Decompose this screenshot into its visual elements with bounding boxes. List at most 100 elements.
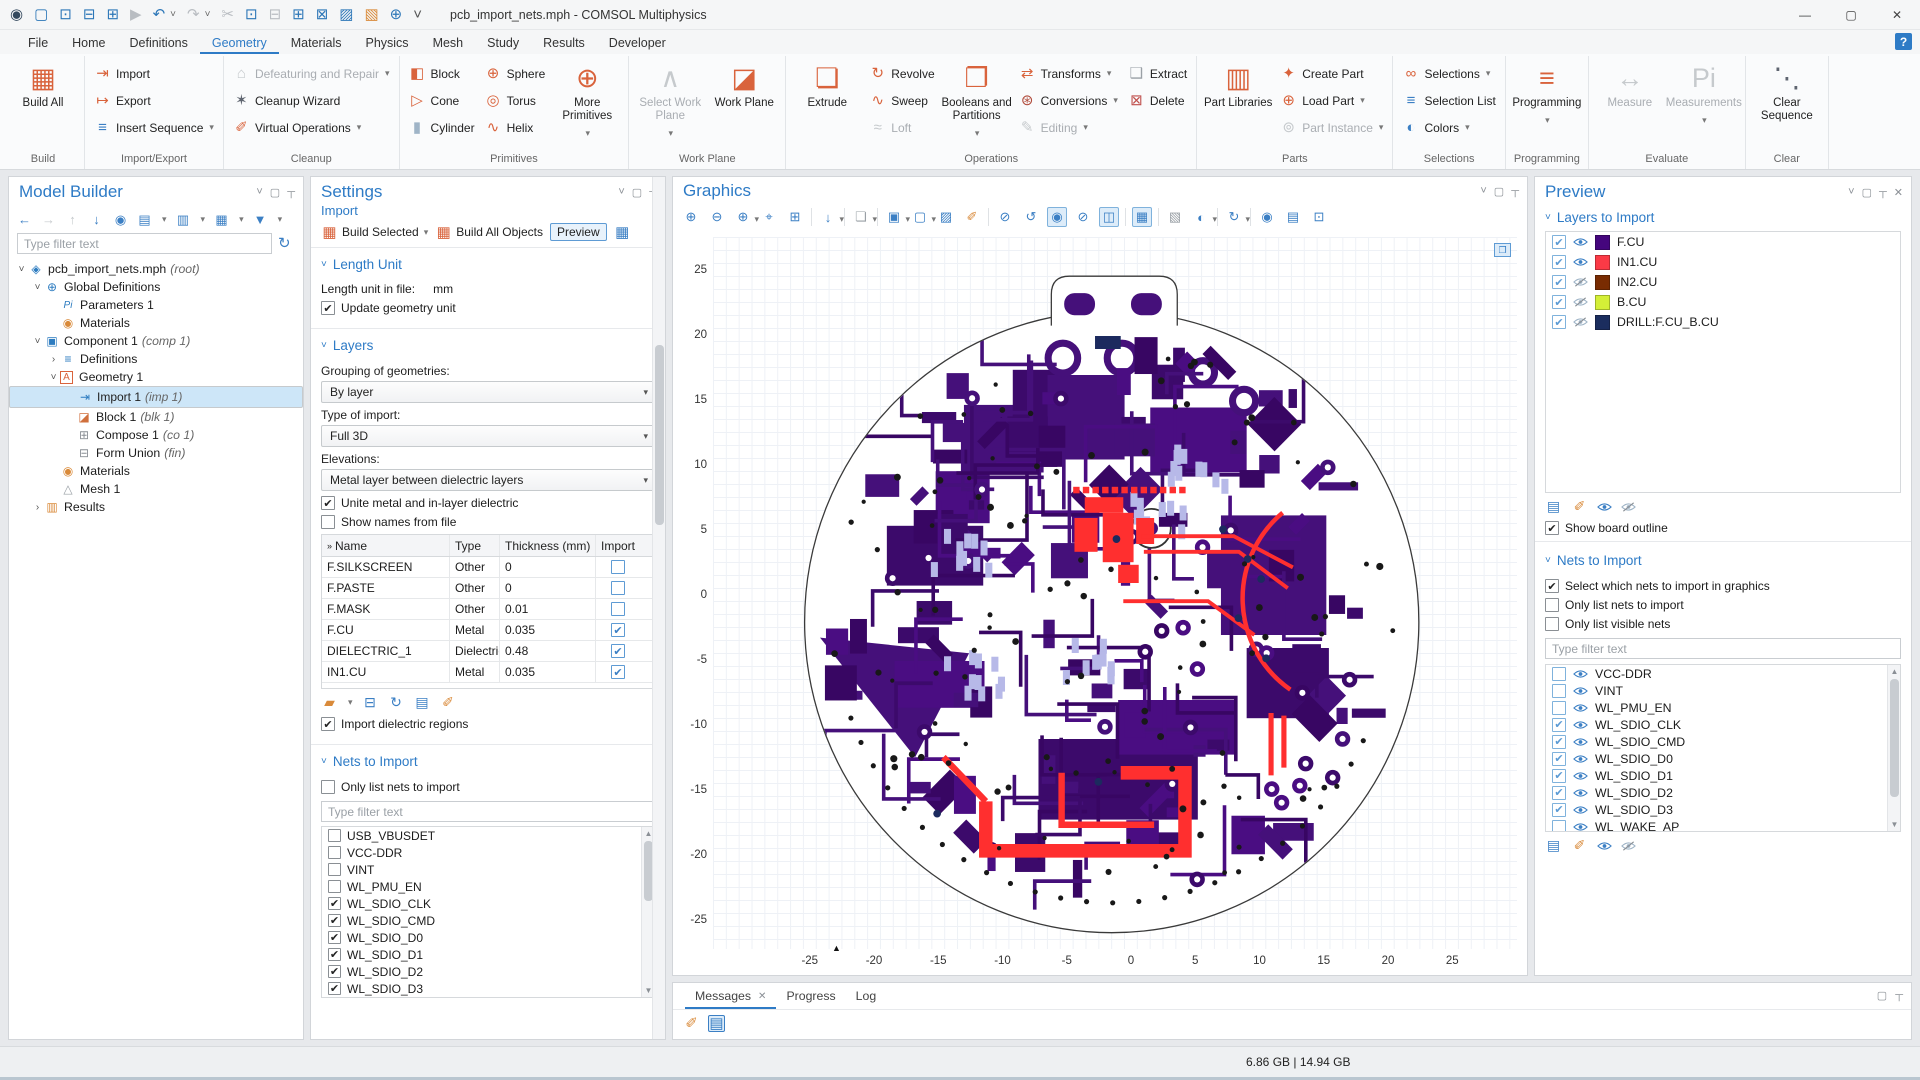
sweep-button[interactable]: ∿Sweep — [865, 88, 938, 113]
copy-icon[interactable]: ⊡ — [245, 7, 258, 22]
tree-expand-icon[interactable]: ˅ — [31, 282, 44, 293]
clear-sequence-button[interactable]: ⋱Clear Sequence — [1751, 56, 1823, 151]
minimize-button[interactable]: — — [1782, 0, 1828, 30]
virtual-operations-button[interactable]: ✐Virtual Operations▾ — [229, 115, 394, 140]
zoom-center-icon[interactable]: ⌖ — [759, 207, 779, 227]
checkbox[interactable]: ✔ — [611, 623, 625, 637]
new-file-icon[interactable]: ▢ — [34, 7, 48, 22]
checkbox[interactable]: ✔ — [328, 948, 341, 961]
work-plane-button[interactable]: ◪Work Plane — [708, 56, 780, 151]
checkbox[interactable]: ✔ — [1552, 255, 1566, 269]
app-logo-icon[interactable]: ◉ — [10, 7, 23, 22]
delete-button[interactable]: ⊠Delete — [1124, 88, 1191, 113]
checkbox[interactable]: ✔ — [321, 717, 335, 731]
cylinder-button[interactable]: ▮Cylinder — [405, 115, 479, 140]
tree-item-mesh-1[interactable]: △Mesh 1 — [9, 480, 303, 498]
undo-icon[interactable]: ↶ — [153, 7, 166, 22]
checkbox[interactable]: ✔ — [1552, 315, 1566, 329]
checkbox[interactable]: ✔ — [1552, 235, 1566, 249]
checkbox[interactable]: ✔ — [1552, 295, 1566, 309]
tree-item-parameters-1[interactable]: PiParameters 1 — [9, 296, 303, 314]
save-as-icon[interactable]: ⊞ — [106, 7, 119, 22]
hide-objects-icon[interactable]: ⊘ — [995, 207, 1015, 227]
net-row[interactable]: USB_VBUSDET — [322, 827, 654, 844]
checkbox[interactable]: ✔ — [611, 665, 625, 679]
dropdown-chevron-icon[interactable]: ▾ — [278, 214, 283, 225]
more-primitives-button[interactable]: ⊕More Primitives▾ — [551, 56, 623, 151]
list-settings-icon[interactable]: ▤ — [1545, 837, 1562, 854]
programming-button[interactable]: ≡Programming▾ — [1511, 56, 1583, 151]
tab-progress[interactable]: Progress — [776, 985, 845, 1009]
insert-sequence-button[interactable]: ≡Insert Sequence▾ — [90, 115, 218, 140]
cleanup-wizard-button[interactable]: ✶Cleanup Wizard — [229, 88, 394, 113]
zoom-in-icon[interactable]: ⊕ — [681, 207, 701, 227]
back-icon[interactable]: ← — [17, 211, 32, 228]
scroll-up-icon[interactable]: ▲ — [1888, 665, 1901, 678]
net-row[interactable]: ✔WL_SDIO_CMD — [1546, 733, 1900, 750]
build-selected-button[interactable]: ▦ Build Selected▾ — [321, 224, 428, 241]
torus-button[interactable]: ◎Torus — [481, 88, 550, 113]
select-objects-icon[interactable]: ▨ — [936, 207, 956, 227]
dropdown-chevron-icon[interactable]: ▾ — [239, 214, 244, 225]
build-all-objects-button[interactable]: ▦ Build All Objects — [435, 224, 543, 241]
checkbox[interactable]: ✔ — [321, 496, 335, 510]
zoom-extents-icon[interactable]: ⊞ — [785, 207, 805, 227]
preview-button[interactable]: Preview — [550, 223, 607, 241]
select-box-icon[interactable]: ▣▾ — [884, 207, 904, 227]
checkbox[interactable] — [321, 780, 335, 794]
checkbox[interactable]: ✔ — [328, 914, 341, 927]
maximize-button[interactable]: ▢ — [1828, 0, 1874, 30]
net-row[interactable]: ✔WL_SDIO_D2 — [322, 963, 654, 980]
checkbox[interactable]: ✔ — [1545, 579, 1559, 593]
view-controls-icon[interactable]: ❐ — [1494, 243, 1511, 257]
block-button[interactable]: ◧Block — [405, 61, 479, 86]
node-columns-icon[interactable]: ▦ — [214, 211, 229, 228]
layers-to-import-section-header[interactable]: ˅Layers to Import — [1545, 205, 1901, 231]
checkbox[interactable] — [611, 581, 625, 595]
dropdown-chevron-icon[interactable]: ˅ — [170, 9, 176, 20]
tree-item-geometry-1[interactable]: ˅AGeometry 1 — [9, 368, 303, 386]
checkbox[interactable] — [328, 846, 341, 859]
net-row[interactable]: ✔WL_SDIO_D0 — [1546, 750, 1900, 767]
elevations-select[interactable]: Metal layer between dielectric layers▾ — [321, 469, 655, 491]
expand-all-icon[interactable]: ▤ — [137, 211, 152, 228]
tree-item-results[interactable]: ›▥Results — [9, 498, 303, 516]
redo-icon[interactable]: ↷ — [187, 7, 200, 22]
checkbox[interactable] — [1552, 820, 1566, 833]
only-list-nets-checkbox[interactable]: Only list nets to import — [1545, 598, 1901, 612]
eye-hidden-icon[interactable] — [1621, 502, 1636, 512]
load-file-icon[interactable]: ▰ — [321, 694, 338, 711]
checkbox[interactable] — [611, 602, 625, 616]
eye-visible-icon[interactable] — [1573, 788, 1588, 798]
tree-item-global-definitions[interactable]: ˅⊕Global Definitions — [9, 278, 303, 296]
chevron-down-icon[interactable]: ˅ — [1848, 186, 1854, 198]
table-row[interactable]: F.MASKOther0.01 — [322, 599, 654, 620]
net-row[interactable]: WL_PMU_EN — [322, 878, 654, 895]
table-row[interactable]: DIELECTRIC_1Dielectric0.48✔ — [322, 641, 654, 662]
expand-columns-icon[interactable]: » — [327, 541, 332, 551]
paste-icon[interactable]: ⊟ — [269, 7, 282, 22]
nets-section-header[interactable]: ˅Nets to Import — [321, 749, 655, 775]
layer-row[interactable]: ✔F.CU — [1546, 232, 1900, 252]
tree-expand-icon[interactable]: ˅ — [15, 264, 28, 275]
table-row[interactable]: F.CUMetal0.035✔ — [322, 620, 654, 641]
cone-button[interactable]: ▷Cone — [405, 88, 479, 113]
checkbox[interactable] — [1552, 667, 1566, 681]
only-list-nets-checkbox[interactable]: Only list nets to import — [321, 780, 655, 794]
net-row[interactable]: WL_PMU_EN — [1546, 699, 1900, 716]
column-header-name[interactable]: » Name — [322, 535, 450, 556]
conversions-button[interactable]: ⊛Conversions▾ — [1015, 88, 1122, 113]
view-visible-icon[interactable]: ◉ — [1047, 207, 1067, 227]
selections-button[interactable]: ∞Selections▾ — [1398, 61, 1499, 86]
checkbox[interactable]: ✔ — [1552, 752, 1566, 766]
checkbox[interactable]: ✔ — [1552, 718, 1566, 732]
float-panel-icon[interactable]: ▢ — [1877, 989, 1887, 1002]
checkbox[interactable] — [1545, 617, 1559, 631]
import-button[interactable]: ⇥Import — [90, 61, 218, 86]
eye-visible-icon[interactable] — [1573, 237, 1588, 247]
eye-visible-icon[interactable] — [1573, 754, 1588, 764]
checkbox[interactable]: ✔ — [1552, 769, 1566, 783]
menu-tab-mesh[interactable]: Mesh — [421, 33, 476, 54]
checkbox[interactable]: ✔ — [611, 644, 625, 658]
net-row[interactable]: ✔WL_SDIO_D1 — [322, 946, 654, 963]
